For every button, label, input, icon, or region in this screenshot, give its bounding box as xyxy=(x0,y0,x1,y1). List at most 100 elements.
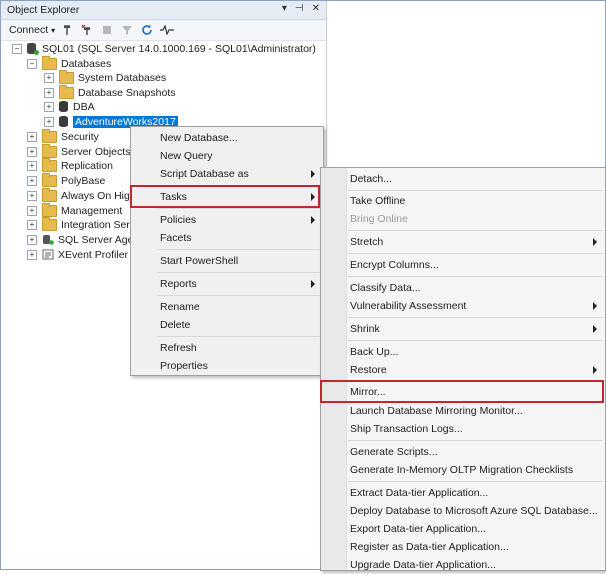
tree-node-dba[interactable]: + DBA xyxy=(44,99,95,114)
menu-item-policies[interactable]: Policies xyxy=(131,211,323,229)
tree-node-server-objects[interactable]: + Server Objects xyxy=(27,143,131,159)
expand-icon[interactable]: + xyxy=(27,160,37,171)
pin-icon[interactable]: ⊣ xyxy=(295,3,304,14)
menu-separator xyxy=(158,272,321,273)
tasks-submenu: Detach... Take Offline Bring Online Stre… xyxy=(320,167,606,571)
management-label: Management xyxy=(61,204,123,217)
dropdown-icon[interactable]: ▾ xyxy=(282,3,287,14)
tree-node-integration-services[interactable]: + Integration Servi xyxy=(27,216,137,232)
menu-separator xyxy=(158,295,321,296)
folder-icon xyxy=(42,172,57,187)
polybase-label: PolyBase xyxy=(61,174,106,187)
menu-item-new-database[interactable]: New Database... xyxy=(131,129,323,147)
connect-button[interactable]: Connect ▾ xyxy=(9,24,55,36)
menu-item-extract-dac[interactable]: Extract Data-tier Application... xyxy=(321,484,605,502)
submenu-arrow-icon xyxy=(593,238,597,246)
menu-label: Back Up... xyxy=(350,346,399,358)
menu-item-generate-scripts[interactable]: Generate Scripts... xyxy=(321,443,605,461)
tree-node-system-databases[interactable]: + System Databases xyxy=(44,69,166,85)
menu-item-rename[interactable]: Rename xyxy=(131,298,323,316)
tree-node-always-on[interactable]: + Always On High xyxy=(27,187,136,203)
menu-label: Launch Database Mirroring Monitor... xyxy=(350,405,523,417)
menu-item-export-dac[interactable]: Export Data-tier Application... xyxy=(321,520,605,538)
expand-icon[interactable]: + xyxy=(27,146,37,157)
folder-icon xyxy=(42,216,57,231)
menu-item-properties[interactable]: Properties xyxy=(131,357,323,375)
menu-item-take-offline[interactable]: Take Offline xyxy=(321,192,605,210)
menu-item-reports[interactable]: Reports xyxy=(131,275,323,293)
tree-node-management[interactable]: + Management xyxy=(27,202,123,218)
menu-item-detach[interactable]: Detach... xyxy=(321,170,605,188)
collapse-icon[interactable]: − xyxy=(27,58,37,69)
tree-node-databases[interactable]: − Databases xyxy=(27,55,111,71)
disconnect-icon[interactable] xyxy=(79,22,95,38)
menu-item-vulnerability-assessment[interactable]: Vulnerability Assessment xyxy=(321,297,605,315)
tree-node-polybase[interactable]: + PolyBase xyxy=(27,172,106,188)
refresh-icon[interactable] xyxy=(139,22,155,38)
database-icon xyxy=(59,101,68,112)
activity-monitor-icon[interactable] xyxy=(159,22,175,38)
expand-icon[interactable]: + xyxy=(27,175,37,186)
menu-separator xyxy=(348,317,603,318)
menu-item-refresh[interactable]: Refresh xyxy=(131,339,323,357)
submenu-arrow-icon xyxy=(593,325,597,333)
menu-label: Classify Data... xyxy=(350,282,421,294)
menu-separator xyxy=(348,276,603,277)
expand-icon[interactable]: + xyxy=(44,116,54,127)
filter-icon[interactable] xyxy=(119,22,135,38)
replication-label: Replication xyxy=(61,159,113,172)
menu-item-start-powershell[interactable]: Start PowerShell xyxy=(131,252,323,270)
folder-icon xyxy=(42,128,57,143)
folder-icon xyxy=(42,55,57,70)
database-icon xyxy=(59,116,68,127)
menu-item-register-dac[interactable]: Register as Data-tier Application... xyxy=(321,538,605,556)
collapse-icon[interactable]: − xyxy=(12,43,22,54)
menu-item-script-database-as[interactable]: Script Database as xyxy=(131,165,323,183)
menu-item-delete[interactable]: Delete xyxy=(131,316,323,334)
expand-icon[interactable]: + xyxy=(27,190,37,201)
expand-icon[interactable]: + xyxy=(44,101,54,112)
close-icon[interactable]: ✕ xyxy=(312,3,320,14)
tree-node-database-snapshots[interactable]: + Database Snapshots xyxy=(44,84,176,100)
folder-icon xyxy=(42,143,57,158)
database-snapshots-label: Database Snapshots xyxy=(78,86,176,99)
menu-label: Rename xyxy=(160,301,200,313)
tree-node-replication[interactable]: + Replication xyxy=(27,157,113,173)
menu-item-restore[interactable]: Restore xyxy=(321,361,605,379)
server-objects-label: Server Objects xyxy=(61,145,131,158)
expand-icon[interactable]: + xyxy=(27,249,37,260)
menu-item-stretch[interactable]: Stretch xyxy=(321,233,605,251)
menu-item-back-up[interactable]: Back Up... xyxy=(321,343,605,361)
expand-icon[interactable]: + xyxy=(27,219,37,230)
connect-plug-icon[interactable] xyxy=(59,22,75,38)
menu-label: Shrink xyxy=(350,323,380,335)
stop-icon[interactable] xyxy=(99,22,115,38)
menu-item-deploy-azure[interactable]: Deploy Database to Microsoft Azure SQL D… xyxy=(321,502,605,520)
tree-node-security[interactable]: + Security xyxy=(27,128,99,144)
tree-node-sql-agent[interactable]: + SQL Server Agen xyxy=(27,232,139,247)
menu-item-facets[interactable]: Facets xyxy=(131,229,323,247)
menu-label: New Query xyxy=(160,150,213,162)
menu-item-ship-transaction-logs[interactable]: Ship Transaction Logs... xyxy=(321,420,605,438)
expand-icon[interactable]: + xyxy=(27,131,37,142)
menu-item-launch-mirroring-monitor[interactable]: Launch Database Mirroring Monitor... xyxy=(321,402,605,420)
sql-agent-icon xyxy=(42,234,54,245)
menu-item-encrypt-columns[interactable]: Encrypt Columns... xyxy=(321,256,605,274)
menu-label: New Database... xyxy=(160,132,238,144)
expand-icon[interactable]: + xyxy=(27,205,37,216)
submenu-arrow-icon xyxy=(311,216,315,224)
expand-icon[interactable]: + xyxy=(27,234,37,245)
menu-item-shrink[interactable]: Shrink xyxy=(321,320,605,338)
panel-titlebar: Object Explorer ▾ ⊣ ✕ xyxy=(1,1,326,20)
expand-icon[interactable]: + xyxy=(44,87,54,98)
menu-item-upgrade-dac[interactable]: Upgrade Data-tier Application... xyxy=(321,556,605,574)
expand-icon[interactable]: + xyxy=(44,72,54,83)
submenu-arrow-icon xyxy=(593,366,597,374)
tree-node-xevent-profiler[interactable]: + XEvent Profiler xyxy=(27,247,128,262)
mirror-highlight-box xyxy=(320,380,604,403)
menu-item-classify-data[interactable]: Classify Data... xyxy=(321,279,605,297)
menu-label: Extract Data-tier Application... xyxy=(350,487,489,499)
menu-item-generate-inmemory-checklists[interactable]: Generate In-Memory OLTP Migration Checkl… xyxy=(321,461,605,479)
tree-node-server[interactable]: − SQL01 (SQL Server 14.0.1000.169 - SQL0… xyxy=(12,41,316,56)
menu-item-new-query[interactable]: New Query xyxy=(131,147,323,165)
